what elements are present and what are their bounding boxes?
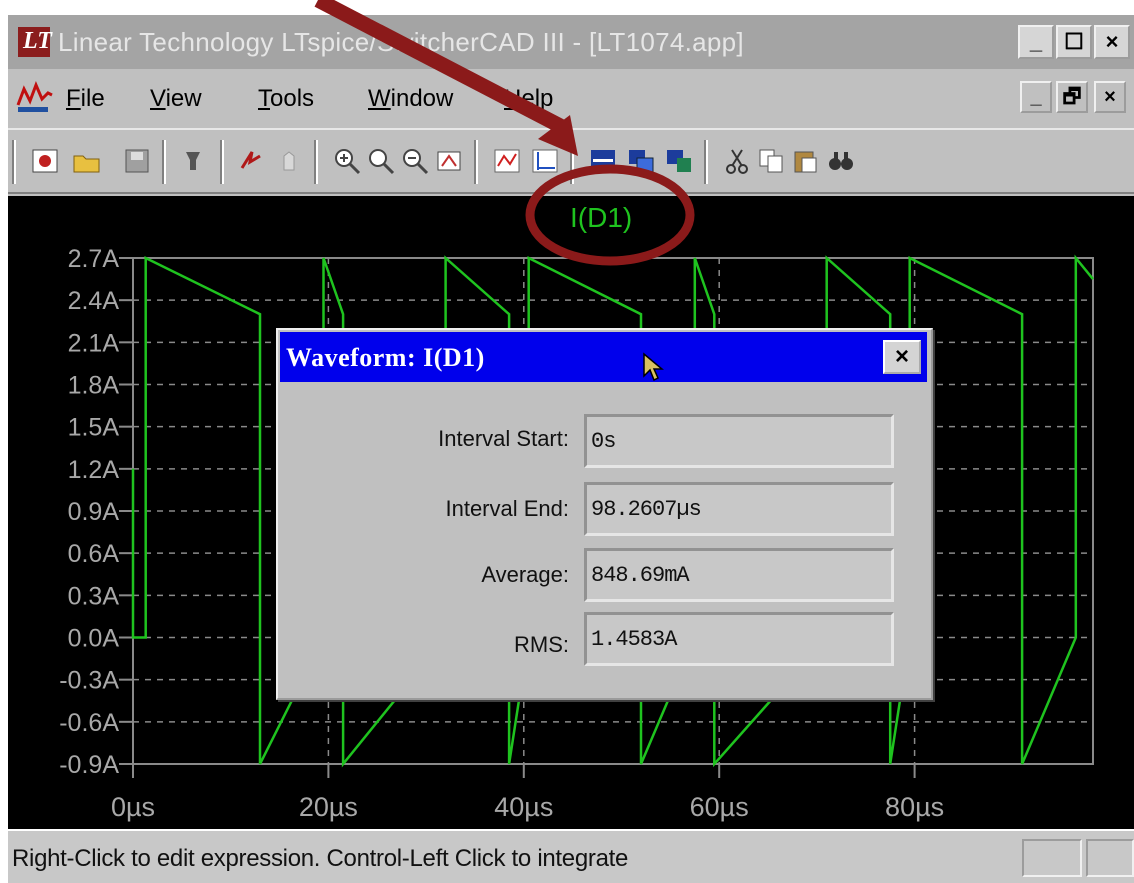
- y-tick-label: -0.9A: [59, 751, 119, 779]
- open-icon[interactable]: [70, 144, 104, 178]
- menu-bar: File View Tools Window Help _ 🗗 ×: [8, 73, 1134, 123]
- copy-icon[interactable]: [754, 144, 788, 178]
- y-tick-label: 2.1A: [68, 329, 120, 357]
- menu-file[interactable]: File: [66, 85, 105, 113]
- close-button[interactable]: ×: [1094, 25, 1130, 59]
- maximize-button[interactable]: ☐: [1056, 25, 1092, 59]
- y-tick-label: 0.9A: [68, 498, 120, 526]
- zoom-out-icon[interactable]: [398, 144, 432, 178]
- x-tick-label: 20µs: [299, 792, 358, 822]
- interval-start-label: Interval Start:: [438, 426, 569, 451]
- title-bar[interactable]: LT Linear Technology LTspice/SwitcherCAD…: [8, 15, 1134, 69]
- trace-label[interactable]: I(D1): [570, 202, 632, 234]
- tile-icon[interactable]: [662, 144, 696, 178]
- cut-icon[interactable]: [720, 144, 754, 178]
- y-tick-label: 1.5A: [68, 414, 120, 442]
- waveform-viewer-icon: [16, 79, 54, 115]
- zoom-in-icon[interactable]: [330, 144, 364, 178]
- status-text: Right-Click to edit expression. Control-…: [12, 845, 629, 872]
- add-plot-pane-icon[interactable]: [528, 144, 562, 178]
- toolbar-separator: [12, 140, 16, 184]
- y-tick-label: -0.3A: [59, 667, 119, 695]
- status-panel: [1022, 839, 1082, 877]
- average-field[interactable]: 848.69mA: [584, 548, 894, 602]
- toolbar-separator: [704, 140, 708, 184]
- dialog-title-bar[interactable]: Waveform: I(D1) ×: [280, 332, 927, 382]
- rms-label: RMS:: [514, 632, 569, 657]
- run-icon[interactable]: [234, 144, 268, 178]
- minimize-button[interactable]: _: [1018, 25, 1054, 59]
- x-tick-label: 80µs: [885, 792, 944, 822]
- y-tick-label: 1.8A: [68, 372, 120, 400]
- interval-end-label: Interval End:: [445, 496, 569, 521]
- status-bar: Right-Click to edit expression. Control-…: [8, 829, 1134, 883]
- zoom-fit-icon[interactable]: [432, 144, 466, 178]
- dialog-close-button[interactable]: ×: [883, 340, 921, 374]
- x-tick-label: 40µs: [494, 792, 553, 822]
- y-tick-label: 1.2A: [68, 456, 120, 484]
- toolbar-separator: [220, 140, 224, 184]
- x-tick-label: 60µs: [690, 792, 749, 822]
- y-tick-label: 2.4A: [68, 287, 120, 315]
- control-panel-icon[interactable]: [176, 144, 210, 178]
- y-tick-label: 0.3A: [68, 582, 120, 610]
- add-trace-icon[interactable]: [490, 144, 524, 178]
- menu-view[interactable]: View: [150, 85, 202, 113]
- menu-window[interactable]: Window: [368, 85, 453, 113]
- menu-help[interactable]: Help: [504, 85, 553, 113]
- find-icon[interactable]: [824, 144, 858, 178]
- cascade-icon[interactable]: [624, 144, 658, 178]
- save-icon[interactable]: [120, 144, 154, 178]
- interval-start-field[interactable]: 0s: [584, 414, 894, 468]
- halt-icon[interactable]: [272, 144, 306, 178]
- status-panel: [1086, 839, 1134, 877]
- toolbar-separator: [162, 140, 166, 184]
- y-tick-label: 0.6A: [68, 540, 120, 568]
- interval-end-field[interactable]: 98.2607µs: [584, 482, 894, 536]
- pan-icon[interactable]: [364, 144, 398, 178]
- average-label: Average:: [481, 562, 569, 587]
- doc-close-button[interactable]: ×: [1094, 81, 1126, 113]
- new-schematic-icon[interactable]: [28, 144, 62, 178]
- doc-restore-button[interactable]: 🗗: [1056, 81, 1088, 113]
- toolbar: [8, 128, 1134, 194]
- rms-field[interactable]: 1.4583A: [584, 612, 894, 666]
- waveform-dialog[interactable]: Waveform: I(D1) × Interval Start: 0s Int…: [276, 328, 933, 700]
- tile-horizontal-icon[interactable]: [586, 144, 620, 178]
- toolbar-separator: [474, 140, 478, 184]
- menu-tools[interactable]: Tools: [258, 85, 314, 113]
- dialog-title: Waveform: I(D1): [286, 343, 485, 372]
- toolbar-separator: [570, 140, 574, 184]
- x-tick-label: 0µs: [111, 792, 155, 822]
- mouse-cursor-icon: [643, 352, 664, 382]
- y-tick-label: 2.7A: [68, 245, 120, 273]
- y-tick-label: 0.0A: [68, 625, 120, 653]
- paste-icon[interactable]: [788, 144, 822, 178]
- y-tick-label: -0.6A: [59, 709, 119, 737]
- lt-logo-icon: LT: [18, 27, 52, 57]
- ltspice-window: LT Linear Technology LTspice/SwitcherCAD…: [8, 15, 1134, 883]
- toolbar-separator: [314, 140, 318, 184]
- doc-minimize-button[interactable]: _: [1020, 81, 1052, 113]
- window-title: Linear Technology LTspice/SwitcherCAD II…: [58, 27, 744, 57]
